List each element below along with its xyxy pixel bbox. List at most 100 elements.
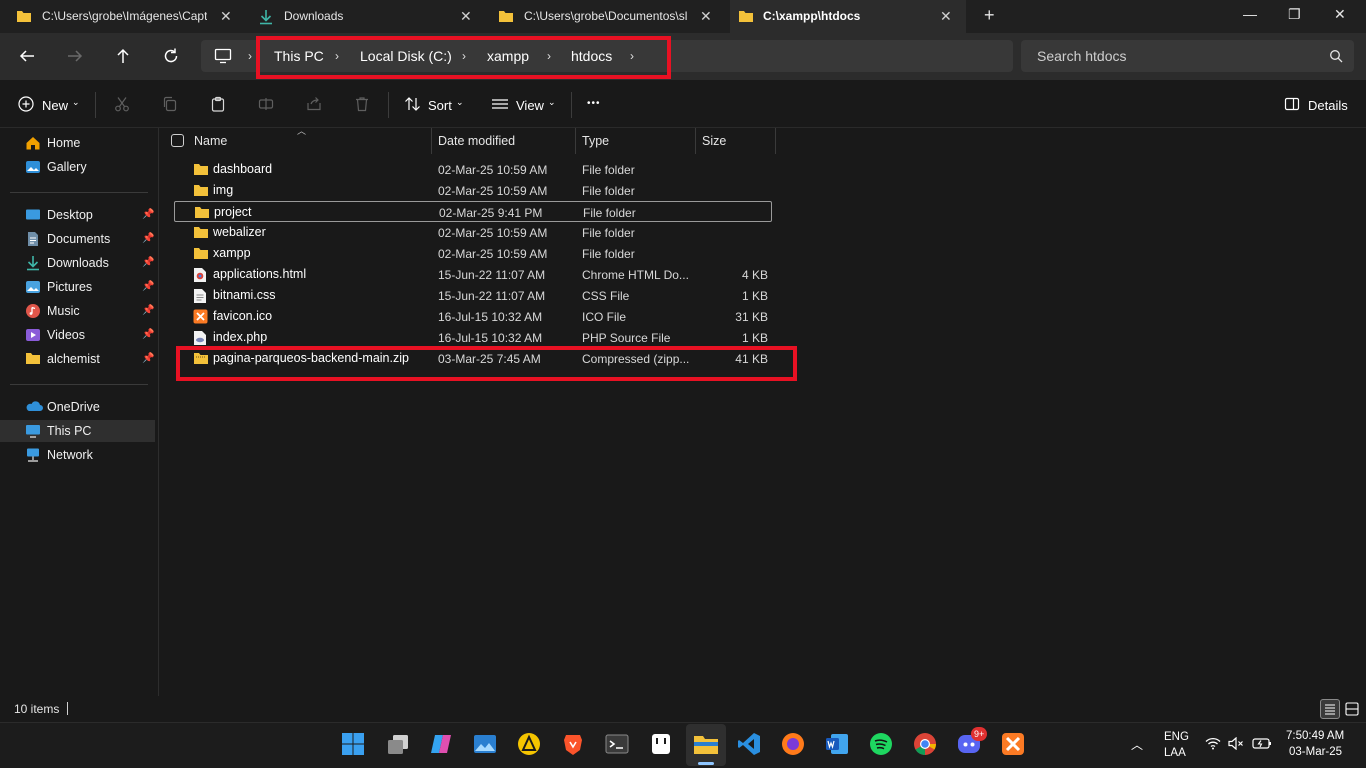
- pin-icon[interactable]: 📌: [142, 209, 154, 220]
- file-row[interactable]: project 02-Mar-25 9:41 PM File folder: [174, 201, 772, 222]
- notepad-icon[interactable]: [649, 732, 675, 758]
- share-icon[interactable]: [306, 96, 322, 112]
- vscode-icon[interactable]: [737, 732, 763, 758]
- column-divider[interactable]: [775, 128, 776, 154]
- tab-documents[interactable]: C:\Users\grobe\Documentos\sl ✕: [482, 0, 724, 33]
- paste-icon[interactable]: [210, 96, 226, 112]
- back-button[interactable]: [18, 47, 38, 67]
- chevron-down-icon[interactable]: ⌄: [72, 97, 80, 108]
- tiles-view-icon[interactable]: [1344, 701, 1360, 717]
- close-tab-icon[interactable]: ✕: [220, 8, 232, 25]
- sidebar-item-downloads[interactable]: Downloads 📌: [0, 252, 155, 274]
- battery-icon[interactable]: [1252, 737, 1272, 750]
- file-explorer-icon[interactable]: [693, 732, 719, 758]
- sidebar-item-documents[interactable]: Documents 📌: [0, 228, 155, 250]
- task-view-icon[interactable]: [386, 732, 412, 758]
- sort-button[interactable]: Sort: [428, 98, 452, 113]
- new-tab-button[interactable]: +: [984, 5, 995, 26]
- tab-images[interactable]: C:\Users\grobe\Imágenes\Capt ✕: [0, 0, 242, 33]
- sidebar-item-gallery[interactable]: Gallery: [0, 156, 155, 178]
- sidebar-item-onedrive[interactable]: OneDrive: [0, 396, 155, 418]
- column-divider[interactable]: [695, 128, 696, 154]
- pin-icon[interactable]: 📌: [142, 281, 154, 292]
- red-highlight-box: [176, 346, 797, 381]
- refresh-button[interactable]: [162, 47, 182, 67]
- keyboard-layout-indicator[interactable]: LAA: [1164, 747, 1186, 759]
- firefox-icon[interactable]: [781, 732, 807, 758]
- details-button[interactable]: Details: [1308, 98, 1348, 113]
- close-tab-icon[interactable]: ✕: [700, 8, 712, 25]
- new-button[interactable]: New: [42, 98, 68, 113]
- chevron-down-icon[interactable]: ⌄: [456, 97, 464, 108]
- pin-icon[interactable]: 📌: [142, 257, 154, 268]
- close-window-button[interactable]: ✕: [1334, 6, 1346, 23]
- up-button[interactable]: [114, 47, 134, 67]
- windows-start-icon[interactable]: [341, 732, 367, 758]
- sidebar-item-desktop[interactable]: Desktop 📌: [0, 204, 155, 226]
- new-icon[interactable]: [18, 96, 34, 112]
- sidebar-item-this-pc[interactable]: This PC: [0, 420, 155, 442]
- column-header-size[interactable]: Size: [702, 134, 726, 148]
- clock-time[interactable]: 7:50:49 AM: [1286, 730, 1344, 742]
- view-icon[interactable]: [491, 96, 509, 112]
- copy-icon[interactable]: [162, 96, 178, 112]
- photos-icon[interactable]: [473, 732, 499, 758]
- spotify-icon[interactable]: [869, 732, 895, 758]
- file-row[interactable]: favicon.ico 16-Jul-15 10:32 AM ICO File …: [174, 306, 772, 327]
- chevron-down-icon[interactable]: ⌄: [548, 97, 556, 108]
- file-row[interactable]: bitnami.css 15-Jun-22 11:07 AM CSS File …: [174, 285, 772, 306]
- column-divider[interactable]: [431, 128, 432, 154]
- chevron-right-icon[interactable]: ›: [248, 49, 252, 63]
- file-row[interactable]: dashboard 02-Mar-25 10:59 AM File folder: [174, 159, 772, 180]
- tab-htdocs[interactable]: C:\xampp\htdocs ✕: [730, 0, 966, 33]
- autocad-icon[interactable]: [517, 732, 543, 758]
- copilot-icon[interactable]: [429, 732, 455, 758]
- minimize-button[interactable]: —: [1243, 6, 1257, 22]
- search-input[interactable]: Search htdocs: [1021, 40, 1354, 72]
- file-row[interactable]: img 02-Mar-25 10:59 AM File folder: [174, 180, 772, 201]
- view-button[interactable]: View: [516, 98, 544, 113]
- pin-icon[interactable]: 📌: [142, 329, 154, 340]
- column-header-name[interactable]: Name: [194, 134, 227, 148]
- sidebar-item-network[interactable]: Network: [0, 444, 155, 466]
- volume-muted-icon[interactable]: [1228, 737, 1244, 750]
- sidebar-item-home[interactable]: Home: [0, 132, 155, 154]
- column-header-date[interactable]: Date modified: [438, 134, 515, 148]
- file-row[interactable]: applications.html 15-Jun-22 11:07 AM Chr…: [174, 264, 772, 285]
- pin-icon[interactable]: 📌: [142, 305, 154, 316]
- delete-icon[interactable]: [354, 96, 370, 112]
- tab-label: C:\xampp\htdocs: [763, 9, 861, 23]
- chrome-icon[interactable]: [913, 732, 939, 758]
- xampp-icon[interactable]: [1001, 732, 1027, 758]
- brave-icon[interactable]: [561, 732, 587, 758]
- file-row[interactable]: index.php 16-Jul-15 10:32 AM PHP Source …: [174, 327, 772, 348]
- word-icon[interactable]: [825, 732, 851, 758]
- file-row[interactable]: xampp 02-Mar-25 10:59 AM File folder: [174, 243, 772, 264]
- maximize-button[interactable]: ❐: [1288, 6, 1301, 23]
- wifi-icon[interactable]: [1205, 737, 1221, 750]
- details-pane-icon[interactable]: [1284, 96, 1300, 112]
- clock-date[interactable]: 03-Mar-25: [1289, 746, 1342, 758]
- rename-icon[interactable]: [258, 96, 274, 112]
- details-view-icon[interactable]: [1320, 699, 1340, 719]
- language-indicator[interactable]: ENG: [1164, 731, 1189, 743]
- sidebar-item-music[interactable]: Music 📌: [0, 300, 155, 322]
- sidebar-item-videos[interactable]: Videos 📌: [0, 324, 155, 346]
- show-hidden-icons-button[interactable]: ︿: [1131, 736, 1143, 753]
- column-divider[interactable]: [575, 128, 576, 154]
- sidebar-item-alchemist[interactable]: alchemist 📌: [0, 348, 155, 370]
- close-tab-icon[interactable]: ✕: [940, 8, 952, 25]
- sort-icon[interactable]: [404, 96, 422, 112]
- close-tab-icon[interactable]: ✕: [460, 8, 472, 25]
- forward-button[interactable]: [66, 47, 86, 67]
- sidebar-item-pictures[interactable]: Pictures 📌: [0, 276, 155, 298]
- file-row[interactable]: webalizer 02-Mar-25 10:59 AM File folder: [174, 222, 772, 243]
- cut-icon[interactable]: [114, 96, 130, 112]
- pin-icon[interactable]: 📌: [142, 353, 154, 364]
- pin-icon[interactable]: 📌: [142, 233, 154, 244]
- terminal-icon[interactable]: [605, 732, 631, 758]
- more-options-button[interactable]: •••: [587, 98, 601, 109]
- select-all-checkbox[interactable]: [171, 134, 184, 147]
- column-header-type[interactable]: Type: [582, 134, 609, 148]
- tab-downloads[interactable]: Downloads ✕: [242, 0, 484, 33]
